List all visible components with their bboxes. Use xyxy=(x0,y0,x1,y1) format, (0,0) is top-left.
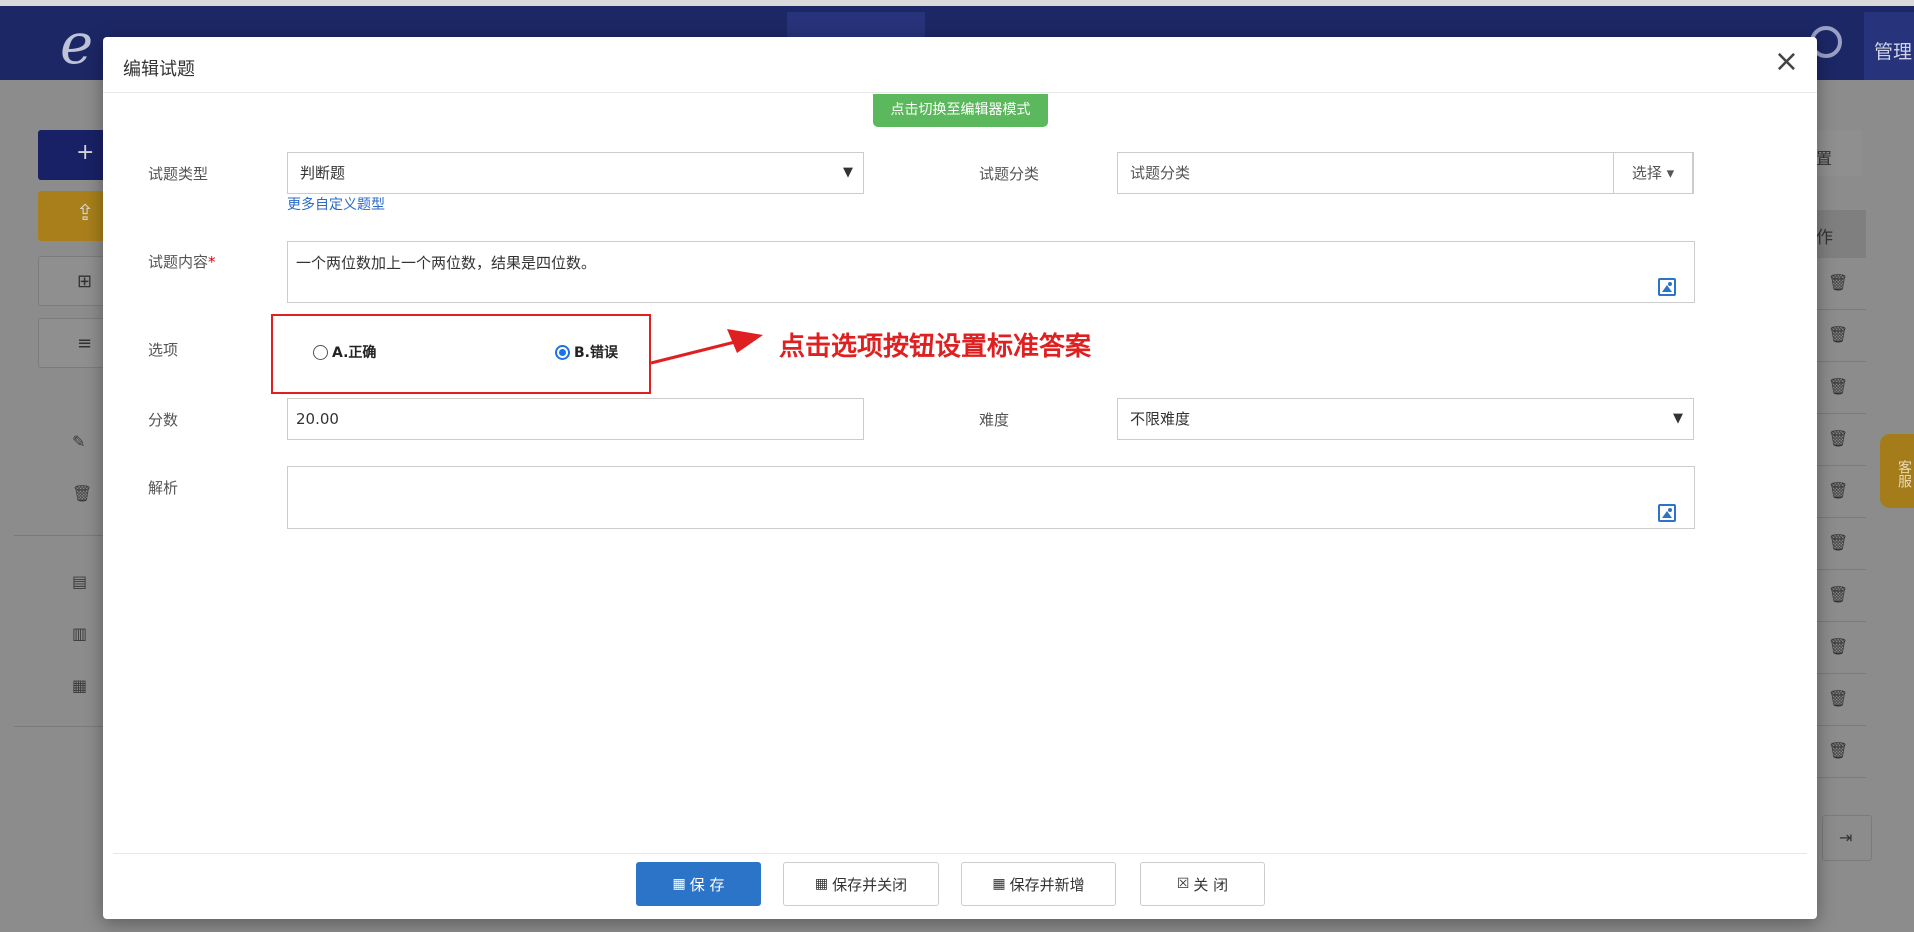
question-content-label: 试题内容* xyxy=(148,251,216,272)
save-button[interactable]: ▦ 保 存 xyxy=(636,862,761,906)
close-square-icon: ☒ xyxy=(1176,876,1190,892)
list-icon: ≡ xyxy=(77,333,93,354)
question-content-textarea[interactable]: 一个两位数加上一个两位数，结果是四位数。 xyxy=(287,241,1695,303)
score-value: 20.00 xyxy=(296,410,339,428)
insert-image-icon[interactable] xyxy=(1658,504,1676,522)
annotation-arrow-icon xyxy=(650,329,763,365)
required-mark: * xyxy=(208,253,216,271)
delete-icon[interactable]: 🗑 xyxy=(1828,585,1848,604)
question-type-label: 试题类型 xyxy=(148,165,209,183)
options-highlight-box: A.正确 B.错误 xyxy=(271,314,651,394)
sidebar-new-button[interactable]: ⊞ xyxy=(38,256,108,306)
calendar-plus-icon: ▦ xyxy=(992,876,1006,892)
sidebar-divider xyxy=(14,726,104,727)
difficulty-label: 难度 xyxy=(979,411,1010,429)
excel-file-icon[interactable]: ▦ xyxy=(72,676,87,695)
close-button[interactable]: ☒ 关 闭 xyxy=(1140,862,1265,906)
edit-question-modal: 编辑试题 × 点击切换至编辑器模式 试题类型 判断题 ▼ 更多自定义题型 试题分… xyxy=(103,37,1817,919)
question-type-select[interactable]: 判断题 ▼ xyxy=(287,152,864,194)
edit-icon[interactable]: ✎ xyxy=(72,432,85,451)
category-select-button[interactable]: 选择 ▾ xyxy=(1613,152,1693,194)
delete-icon[interactable]: 🗑 xyxy=(1828,481,1848,500)
question-category-placeholder: 试题分类 xyxy=(1130,164,1191,182)
upload-icon: ⇪ xyxy=(76,201,95,226)
calendar-icon: ▦ xyxy=(672,876,686,892)
calendar-x-icon: ▦ xyxy=(814,876,829,892)
app-logo: e xyxy=(60,12,94,77)
difficulty-select[interactable]: 不限难度 ▼ xyxy=(1117,398,1694,440)
sidebar-add-button[interactable]: + xyxy=(38,130,108,180)
more-custom-types-link[interactable]: 更多自定义题型 xyxy=(287,194,385,214)
delete-icon[interactable]: 🗑 xyxy=(1828,325,1848,344)
option-b-label: B.错误 xyxy=(574,345,618,361)
save-and-new-label: 保存并新增 xyxy=(1009,875,1085,894)
delete-icon[interactable]: 🗑 xyxy=(1828,273,1848,292)
sidebar-upload-button[interactable]: ⇪ xyxy=(38,191,108,241)
analysis-label: 解析 xyxy=(148,479,179,497)
question-content-label-text: 试题内容 xyxy=(148,253,209,271)
insert-image-icon[interactable] xyxy=(1658,278,1676,296)
close-button-label: 关 闭 xyxy=(1193,875,1229,894)
switch-editor-mode-button[interactable]: 点击切换至编辑器模式 xyxy=(873,94,1048,127)
radio-checked-icon xyxy=(555,344,570,360)
sidebar-list-button[interactable]: ≡ xyxy=(38,318,108,368)
sidebar-divider xyxy=(14,535,104,536)
document-icon[interactable]: ▤ xyxy=(72,572,87,591)
chevron-down-icon: ▼ xyxy=(843,165,853,180)
question-type-value: 判断题 xyxy=(300,164,346,182)
option-b-radio[interactable]: B.错误 xyxy=(555,342,618,362)
score-label: 分数 xyxy=(148,411,179,429)
option-a-label: A.正确 xyxy=(332,345,377,361)
save-button-label: 保 存 xyxy=(689,875,725,894)
question-content-value: 一个两位数加上一个两位数，结果是四位数。 xyxy=(296,254,597,272)
annotation-text: 点击选项按钮设置标准答案 xyxy=(779,332,1092,362)
plus-icon: + xyxy=(76,140,95,165)
options-label: 选项 xyxy=(148,341,179,359)
save-and-new-button[interactable]: ▦ 保存并新增 xyxy=(961,862,1116,906)
radio-unchecked-icon xyxy=(313,344,328,360)
question-category-label: 试题分类 xyxy=(979,165,1040,183)
delete-icon[interactable]: 🗑 xyxy=(1828,377,1848,396)
score-input[interactable]: 20.00 xyxy=(287,398,864,440)
difficulty-value: 不限难度 xyxy=(1130,410,1191,428)
save-and-close-button[interactable]: ▦ 保存并关闭 xyxy=(783,862,939,906)
plus-square-icon: ⊞ xyxy=(77,271,93,292)
manage-menu[interactable]: 管理 xyxy=(1864,12,1914,86)
delete-icon[interactable]: 🗑 xyxy=(1828,741,1848,760)
pager-last-button[interactable]: ⇥ xyxy=(1822,815,1872,861)
trash-icon[interactable]: 🗑 xyxy=(72,484,92,503)
analysis-textarea[interactable] xyxy=(287,466,1695,529)
modal-footer: ▦ 保 存 ▦ 保存并关闭 ▦ 保存并新增 ☒ 关 闭 xyxy=(113,853,1807,919)
word-file-icon[interactable]: ▥ xyxy=(72,624,87,643)
delete-icon[interactable]: 🗑 xyxy=(1828,429,1848,448)
close-icon[interactable]: × xyxy=(1774,47,1799,77)
customer-service-tab[interactable]: 客服 xyxy=(1880,434,1914,508)
delete-icon[interactable]: 🗑 xyxy=(1828,533,1848,552)
modal-header: 编辑试题 × xyxy=(103,37,1817,93)
modal-title: 编辑试题 xyxy=(123,59,195,80)
question-category-input[interactable]: 试题分类 选择 ▾ xyxy=(1117,152,1694,194)
save-and-close-label: 保存并关闭 xyxy=(832,875,908,894)
option-a-radio[interactable]: A.正确 xyxy=(313,342,376,362)
delete-icon[interactable]: 🗑 xyxy=(1828,689,1848,708)
chevron-down-icon: ▼ xyxy=(1673,411,1683,426)
delete-icon[interactable]: 🗑 xyxy=(1828,637,1848,656)
